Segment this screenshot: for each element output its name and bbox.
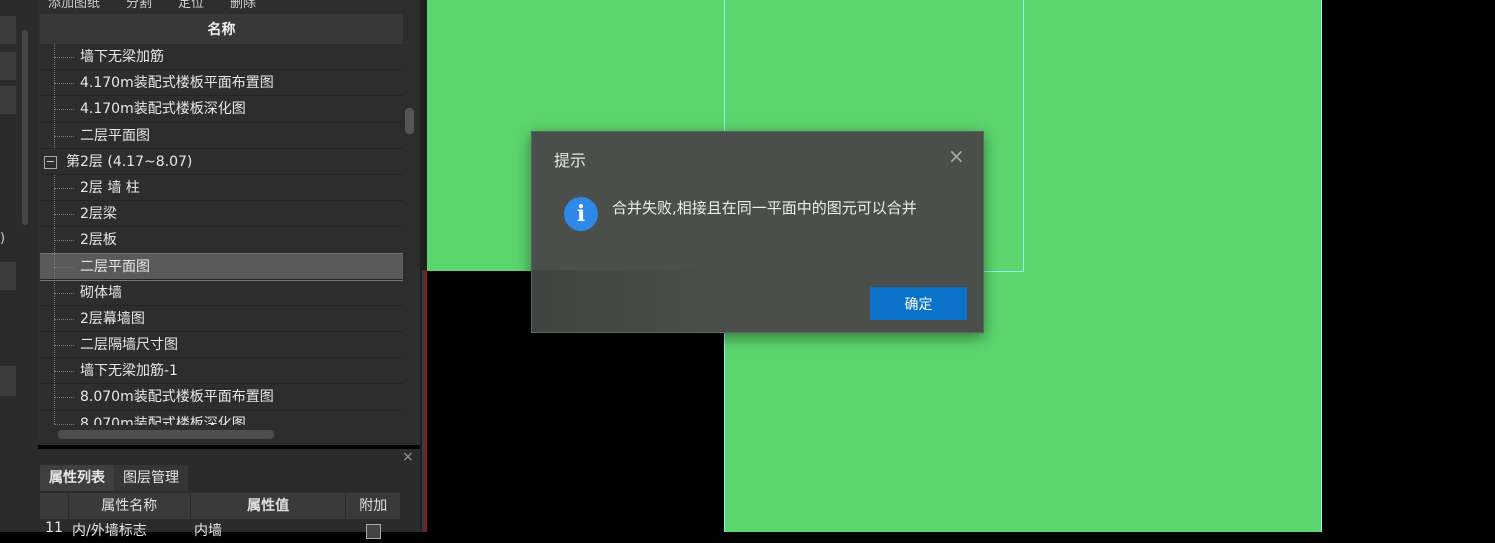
tree-item[interactable]: 2层板: [40, 227, 403, 254]
col-index: [40, 493, 69, 519]
property-row[interactable]: 11 内/外墙标志 内墙: [40, 520, 400, 542]
tree-horizontal-scrollbar[interactable]: [58, 430, 274, 439]
strip-button-1[interactable]: [0, 16, 16, 44]
dialog-shade: [532, 270, 722, 332]
tree-item-label: 2层梁: [80, 206, 117, 223]
tree-item-label: 4.170m装配式楼板深化图: [80, 101, 246, 118]
info-icon: i: [564, 197, 598, 231]
collapse-toggle-icon[interactable]: −: [44, 155, 57, 169]
row-index: 11: [45, 520, 63, 536]
row-property-value[interactable]: 内墙: [190, 520, 346, 542]
tree-item[interactable]: 墙下无梁加筋: [40, 44, 403, 71]
tree-item-label: 砌体墙: [80, 284, 122, 301]
close-icon[interactable]: ×: [948, 144, 965, 168]
tree-item[interactable]: 2层幕墙图: [40, 305, 403, 333]
tree-list: 墙下无梁加筋 4.170m装配式楼板平面布置图 4.170m装配式楼板深化图 二层平面…: [40, 44, 403, 425]
row-extra: [346, 520, 400, 542]
locate-button[interactable]: 定位: [178, 0, 204, 12]
property-panel: × 属性列表 图层管理 属性名称 属性值 附加 11 内/外墙标志 内墙: [38, 449, 420, 539]
tree-item-label: 二层平面图: [80, 127, 150, 144]
drawing-tree-panel: 添加图纸 分割 定位 删除 名称 墙下无梁加筋 4.170m装配式楼板平面布置图 4…: [38, 0, 420, 445]
tree-item-label: 墙下无梁加筋: [80, 49, 164, 65]
col-property-name: 属性名称: [69, 493, 191, 519]
col-property-value: 属性值: [191, 493, 347, 519]
tree-item-label: 2层板: [80, 232, 117, 249]
tree-item-label: 2层 墙 柱: [80, 179, 140, 196]
tree-item-label: 2层幕墙图: [80, 310, 145, 327]
delete-button[interactable]: 删除: [230, 0, 256, 12]
tree-item[interactable]: 2层梁: [40, 201, 403, 228]
message-dialog: 提示 × i 合并失败,相接且在同一平面中的图元可以合并 确定: [531, 131, 984, 333]
property-table-header: 属性名称 属性值 附加: [40, 493, 400, 519]
tab-property-list[interactable]: 属性列表: [40, 465, 114, 491]
add-drawing-button[interactable]: 添加图纸: [48, 0, 100, 12]
tree-vertical-scrollbar[interactable]: [405, 108, 414, 134]
tree-item[interactable]: 2层 墙 柱: [40, 174, 403, 202]
strip-button-5[interactable]: [0, 366, 16, 396]
tree-item-label: 墙下无梁加筋-1: [80, 363, 178, 380]
strip-button-4[interactable]: [0, 262, 16, 290]
dialog-title: 提示: [554, 151, 587, 170]
tree-item[interactable]: 二层平面图: [40, 122, 403, 149]
tree-toolbar: 添加图纸 分割 定位 删除: [38, 0, 420, 12]
property-tabs: 属性列表 图层管理: [40, 465, 188, 491]
ok-button[interactable]: 确定: [870, 287, 967, 320]
tree-item[interactable]: 二层隔墙尺寸图: [40, 332, 403, 359]
tree-item-label: 8.070m装配式楼板平面布置图: [80, 389, 274, 406]
tree-item[interactable]: 4.170m装配式楼板深化图: [40, 96, 403, 123]
strip-text-fragment: ): [0, 231, 6, 246]
dialog-message: 合并失败,相接且在同一平面中的图元可以合并: [612, 199, 917, 217]
cyan-edge-right: [1321, 0, 1322, 532]
tree-item[interactable]: 8.070m装配式楼板平面布置图: [40, 384, 403, 411]
tree-item-label: 二层平面图: [80, 258, 150, 275]
strip-scrollbar[interactable]: [22, 30, 28, 225]
tree-item[interactable]: 砌体墙: [40, 279, 403, 306]
row-property-name: 内/外墙标志: [72, 523, 147, 539]
tree-item[interactable]: 墙下无梁加筋-1: [40, 358, 403, 385]
tree-item-label: 二层隔墙尺寸图: [80, 337, 178, 354]
tab-layer-management[interactable]: 图层管理: [114, 465, 188, 491]
tree-item-label: 8.070m装配式楼板深化图: [80, 415, 246, 425]
tree-item[interactable]: 二层平面图: [40, 252, 403, 281]
tree-item-label: 第2层 (4.17~8.07): [66, 153, 193, 170]
panel-splitter[interactable]: [420, 0, 427, 532]
split-button[interactable]: 分割: [126, 0, 152, 12]
strip-button-2[interactable]: [0, 52, 16, 80]
tree-item[interactable]: 8.070m装配式楼板深化图: [40, 410, 403, 425]
tree-item-label: 4.170m装配式楼板平面布置图: [80, 75, 274, 92]
col-extra: 附加: [359, 498, 388, 514]
strip-button-3[interactable]: [0, 86, 16, 114]
tree-group-row[interactable]: − 第2层 (4.17~8.07): [40, 149, 403, 175]
tree-item[interactable]: 4.170m装配式楼板平面布置图: [40, 70, 403, 97]
tree-column-header[interactable]: 名称: [40, 14, 403, 44]
panel-close-icon[interactable]: ×: [402, 449, 414, 465]
left-side-strip: ): [0, 0, 38, 532]
